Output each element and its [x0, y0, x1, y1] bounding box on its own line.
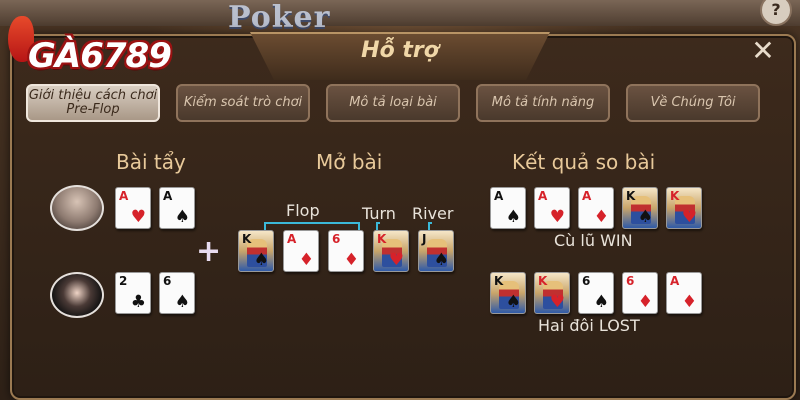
tab-features[interactable]: Mô tả tính năng: [476, 84, 610, 122]
card-suit-icon: ♦: [681, 292, 697, 312]
card-rank: A: [119, 189, 129, 203]
plus-icon: +: [196, 234, 222, 269]
logo-text: GÀ6789: [28, 36, 172, 76]
close-icon[interactable]: ✕: [748, 36, 778, 66]
hole-cards-heading: Bài tẩy: [116, 150, 186, 174]
card-rank: 6: [332, 232, 341, 246]
card-rank: K: [377, 232, 387, 246]
community-card-5: J ♠: [418, 230, 454, 272]
player-1-avatar: [50, 185, 104, 231]
top-bar: [0, 0, 800, 26]
card-rank: J: [422, 232, 427, 246]
card-suit-icon: ♠: [174, 207, 190, 227]
community-card-4: K ♥: [373, 230, 409, 272]
card-suit-icon: ♠: [637, 207, 653, 227]
card-rank: A: [287, 232, 297, 246]
card-rank: A: [582, 189, 592, 203]
card-suit-icon: ♥: [388, 250, 404, 270]
river-label: River: [412, 204, 454, 223]
result-2-card-4: 6 ♦: [622, 272, 658, 314]
result-2-card-2: K ♥: [534, 272, 570, 314]
result-2-card-1: K ♠: [490, 272, 526, 314]
result-1-card-2: A ♥: [534, 187, 570, 229]
community-card-1: K ♠: [238, 230, 274, 272]
card-rank: A: [538, 189, 548, 203]
card-suit-icon: ♥: [549, 292, 565, 312]
card-rank: K: [242, 232, 252, 246]
result-1-text: Cù lũ WIN: [554, 231, 633, 250]
result-1-card-3: A ♦: [578, 187, 614, 229]
card-suit-icon: ♦: [343, 250, 359, 270]
result-2-card-3: 6 ♠: [578, 272, 614, 314]
community-heading: Mở bài: [316, 150, 383, 174]
card-suit-icon: ♠: [433, 250, 449, 270]
card-suit-icon: ♥: [681, 207, 697, 227]
card-suit-icon: ♦: [298, 250, 314, 270]
player-1-card-1: A ♥: [115, 187, 151, 229]
tab-about-us[interactable]: Về Chúng Tôi: [626, 84, 760, 122]
result-heading: Kết quả so bài: [512, 150, 656, 174]
card-rank: K: [494, 274, 504, 288]
card-rank: K: [626, 189, 636, 203]
tab-preflop[interactable]: Giới thiệu cách chơi Pre-Flop: [26, 84, 160, 122]
card-suit-icon: ♠: [253, 250, 269, 270]
result-1-card-5: K ♥: [666, 187, 702, 229]
card-rank: A: [670, 274, 680, 288]
card-suit-icon: ♠: [505, 207, 521, 227]
player-2-avatar: [50, 272, 104, 318]
turn-label: Turn: [362, 204, 396, 223]
card-suit-icon: ♥: [130, 207, 146, 227]
card-rank: K: [670, 189, 680, 203]
player-1-card-2: A ♠: [159, 187, 195, 229]
card-suit-icon: ♣: [130, 292, 146, 312]
card-suit-icon: ♥: [549, 207, 565, 227]
card-rank: A: [163, 189, 173, 203]
community-card-2: A ♦: [283, 230, 319, 272]
card-rank: 2: [119, 274, 128, 288]
card-suit-icon: ♠: [505, 292, 521, 312]
flop-label: Flop: [286, 201, 320, 220]
card-rank: A: [494, 189, 504, 203]
card-suit-icon: ♦: [637, 292, 653, 312]
card-rank: 6: [163, 274, 172, 288]
card-rank: K: [538, 274, 548, 288]
result-1-card-1: A ♠: [490, 187, 526, 229]
tab-hand-types[interactable]: Mô tả loại bài: [326, 84, 460, 122]
card-suit-icon: ♠: [174, 292, 190, 312]
dialog-title: Hỗ trợ: [361, 38, 439, 63]
card-rank: 6: [582, 274, 591, 288]
game-title: Poker: [228, 0, 331, 35]
card-suit-icon: ♠: [593, 292, 609, 312]
card-rank: 6: [626, 274, 635, 288]
result-2-card-5: A ♦: [666, 272, 702, 314]
tab-game-control[interactable]: Kiểm soát trò chơi: [176, 84, 310, 122]
player-2-card-2: 6 ♠: [159, 272, 195, 314]
card-suit-icon: ♦: [593, 207, 609, 227]
player-2-card-1: 2 ♣: [115, 272, 151, 314]
community-card-3: 6 ♦: [328, 230, 364, 272]
result-2-text: Hai đôi LOST: [538, 316, 640, 335]
result-1-card-4: K ♠: [622, 187, 658, 229]
